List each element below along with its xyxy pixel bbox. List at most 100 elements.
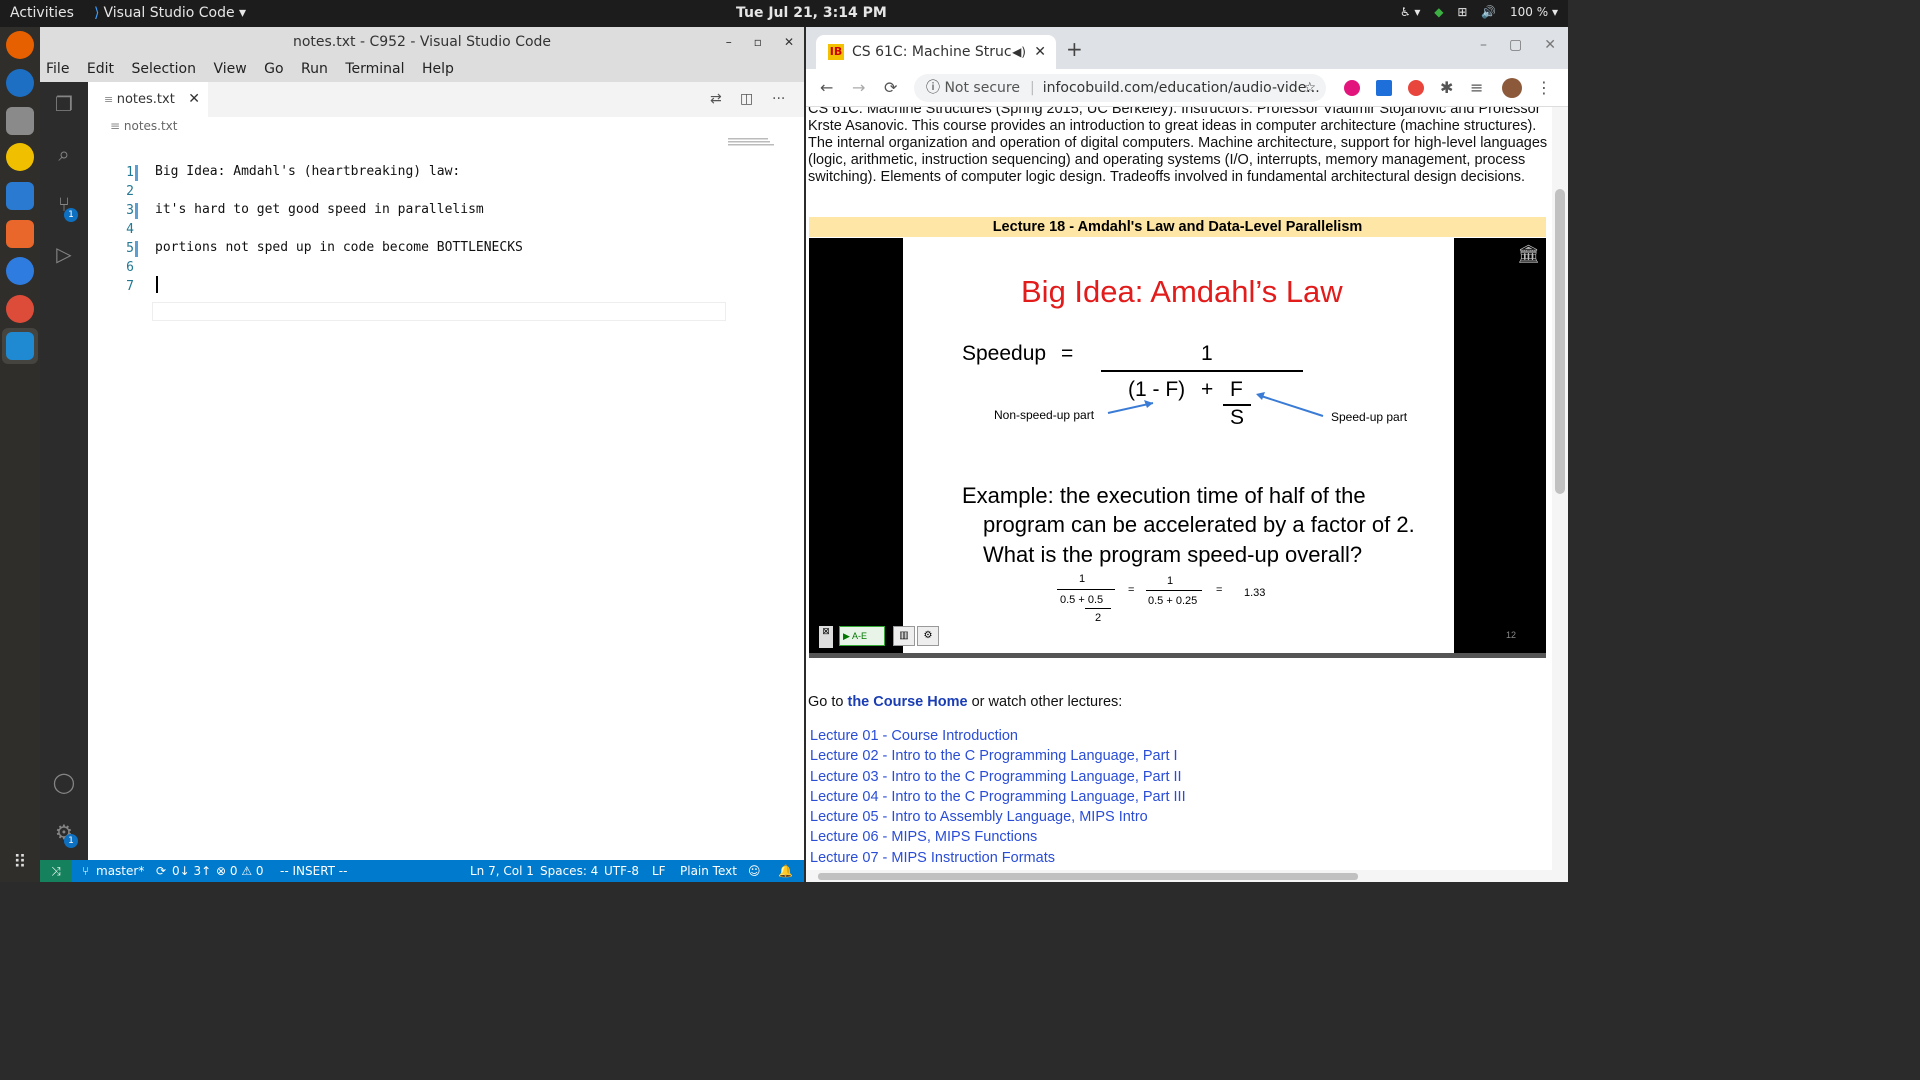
course-home-link[interactable]: the Course Home	[848, 694, 968, 710]
explorer-icon[interactable]: ❐	[52, 92, 76, 116]
video-player[interactable]: Big Idea: Amdahl’s Law Speedup = 1 (1 - …	[809, 238, 1546, 658]
activities-button[interactable]: Activities	[10, 5, 74, 21]
network-icon[interactable]: ⊞	[1457, 5, 1467, 19]
horizontal-scrollbar[interactable]	[806, 870, 1568, 882]
chrome-icon[interactable]	[6, 295, 34, 323]
writer-icon[interactable]	[6, 182, 34, 210]
code-line[interactable]: it's hard to get good speed in paralleli…	[155, 202, 484, 217]
bookmark-star-icon[interactable]: ☆	[1303, 74, 1316, 102]
split-editor-icon[interactable]: ◫	[740, 91, 753, 107]
tab-close-icon[interactable]: ✕	[188, 82, 200, 117]
play-ae-button[interactable]: ▶ A-E	[839, 626, 885, 646]
menu-edit[interactable]: Edit	[87, 61, 114, 77]
reload-icon[interactable]: ⟳	[884, 78, 897, 97]
more-actions-icon[interactable]: ···	[772, 91, 785, 107]
scrollbar-thumb[interactable]	[818, 873, 1358, 880]
software-center-icon[interactable]	[6, 220, 34, 248]
accounts-icon[interactable]: ◯	[52, 770, 76, 794]
vscode-dock-icon[interactable]	[6, 332, 34, 360]
lecture-link[interactable]: Lecture 01 - Course Introduction	[810, 726, 1186, 746]
player-progress-bar[interactable]	[809, 653, 1546, 658]
url-text[interactable]: infocobuild.com/education/audio-vide...	[1043, 80, 1320, 96]
maximize-icon[interactable]: ▢	[1509, 37, 1522, 53]
menu-help[interactable]: Help	[422, 61, 454, 77]
code-line[interactable]: Big Idea: Amdahl's (heartbreaking) law:	[155, 164, 460, 179]
help-icon[interactable]	[6, 257, 34, 285]
menu-view[interactable]: View	[213, 61, 246, 77]
menu-dots-icon[interactable]: ⋮	[1536, 78, 1552, 97]
system-tray[interactable]: ♿ ▾ ◆ ⊞ 🔊 100 % ▾	[1390, 5, 1558, 19]
close-icon[interactable]: ✕	[1544, 37, 1556, 53]
menu-terminal[interactable]: Terminal	[345, 61, 404, 77]
show-apps-icon[interactable]: ⠿	[6, 849, 34, 877]
menu-run[interactable]: Run	[301, 61, 328, 77]
status-problems[interactable]: ⊗ 0 ⚠ 0	[216, 864, 264, 878]
status-eol[interactable]: LF	[652, 864, 666, 878]
bell-icon[interactable]: 🔔	[778, 864, 793, 878]
app-menu[interactable]: ⟩ Visual Studio Code ▾	[94, 5, 246, 21]
remote-icon[interactable]: ⤨	[40, 860, 72, 882]
menu-file[interactable]: File	[46, 61, 69, 77]
new-tab-button[interactable]: +	[1066, 37, 1083, 61]
browser-tab[interactable]: IB CS 61C: Machine Struc ◀) ✕	[816, 35, 1056, 69]
lecture-link[interactable]: Lecture 06 - MIPS, MIPS Functions	[810, 827, 1186, 847]
lecture-link[interactable]: Lecture 03 - Intro to the C Programming …	[810, 767, 1186, 787]
menu-selection[interactable]: Selection	[131, 61, 196, 77]
forward-icon[interactable]: →	[852, 78, 865, 97]
accessibility-icon[interactable]: ♿ ▾	[1400, 5, 1421, 19]
breadcrumb[interactable]: ≡ notes.txt	[110, 119, 178, 133]
sync-icon[interactable]: ⟳	[156, 864, 166, 878]
run-debug-icon[interactable]: ▷	[52, 242, 76, 266]
archive-icon[interactable]: 🏛	[1517, 244, 1540, 265]
audio-playing-icon[interactable]: ◀)	[1012, 35, 1026, 69]
status-encoding[interactable]: UTF-8	[604, 864, 639, 878]
status-spaces[interactable]: Spaces: 4	[540, 864, 598, 878]
status-sync[interactable]: 0↓ 3↑	[172, 864, 211, 878]
battery-label[interactable]: 100 %	[1510, 5, 1548, 19]
info-icon[interactable]: ⓘ	[926, 80, 944, 96]
tab-close-icon[interactable]: ✕	[1034, 35, 1046, 69]
editor-area[interactable]: ≡ notes.txt ✕ ⇄ ◫ ··· ≡ notes.txt 1 2 3 …	[88, 82, 804, 860]
minimize-icon[interactable]: –	[726, 35, 732, 49]
menu-go[interactable]: Go	[264, 61, 283, 77]
search-icon[interactable]: ⌕	[52, 142, 76, 166]
settings-tool-icon[interactable]: ⚙	[917, 626, 939, 646]
lecture-link[interactable]: Lecture 04 - Intro to the C Programming …	[810, 787, 1186, 807]
vertical-scrollbar[interactable]	[1552, 107, 1568, 870]
minimap[interactable]	[728, 137, 788, 149]
status-position[interactable]: Ln 7, Col 1	[470, 864, 534, 878]
lecture-link[interactable]: Lecture 05 - Intro to Assembly Language,…	[810, 807, 1186, 827]
media-control-icon[interactable]: ≡	[1470, 78, 1483, 97]
clock[interactable]: Tue Jul 21, 3:14 PM	[736, 5, 887, 21]
lecture-link[interactable]: Lecture 02 - Intro to the C Programming …	[810, 746, 1186, 766]
volume-icon[interactable]: 🔊	[1481, 5, 1496, 19]
files-icon[interactable]	[6, 107, 34, 135]
firefox-icon[interactable]	[6, 31, 34, 59]
feedback-icon[interactable]: ☺	[748, 864, 761, 878]
shield-icon[interactable]: ◆	[1434, 5, 1443, 19]
lecture-slide: Big Idea: Amdahl’s Law Speedup = 1 (1 - …	[903, 238, 1454, 653]
address-bar[interactable]: ⓘ Not secure | infocobuild.com/education/a…	[914, 74, 1326, 102]
puzzle-icon[interactable]: ✱	[1440, 78, 1453, 97]
line-number: 2	[126, 184, 134, 199]
toolbar-close-icon[interactable]: ⊠	[819, 626, 833, 648]
code-line[interactable]: portions not sped up in code become BOTT…	[155, 240, 523, 255]
open-changes-icon[interactable]: ⇄	[710, 91, 722, 107]
avatar[interactable]	[1502, 78, 1522, 98]
back-icon[interactable]: ←	[820, 78, 833, 97]
status-branch[interactable]: master*	[96, 864, 144, 878]
chart-tool-icon[interactable]: ▥	[893, 626, 915, 646]
maximize-icon[interactable]: ▫	[754, 35, 762, 49]
close-icon[interactable]: ✕	[784, 35, 794, 49]
extension-t-icon[interactable]	[1344, 80, 1360, 96]
thunderbird-icon[interactable]	[6, 69, 34, 97]
extension-n-icon[interactable]	[1376, 80, 1392, 96]
minimize-icon[interactable]: –	[1480, 37, 1487, 53]
scrollbar-thumb[interactable]	[1555, 189, 1565, 494]
extension-shield-icon[interactable]	[1408, 80, 1424, 96]
rhythmbox-icon[interactable]	[6, 143, 34, 171]
not-secure-label[interactable]: Not secure	[944, 80, 1020, 96]
lecture-link[interactable]: Lecture 07 - MIPS Instruction Formats	[810, 848, 1186, 868]
status-language[interactable]: Plain Text	[680, 864, 737, 878]
tab-notes-txt[interactable]: ≡ notes.txt ✕	[88, 82, 208, 117]
